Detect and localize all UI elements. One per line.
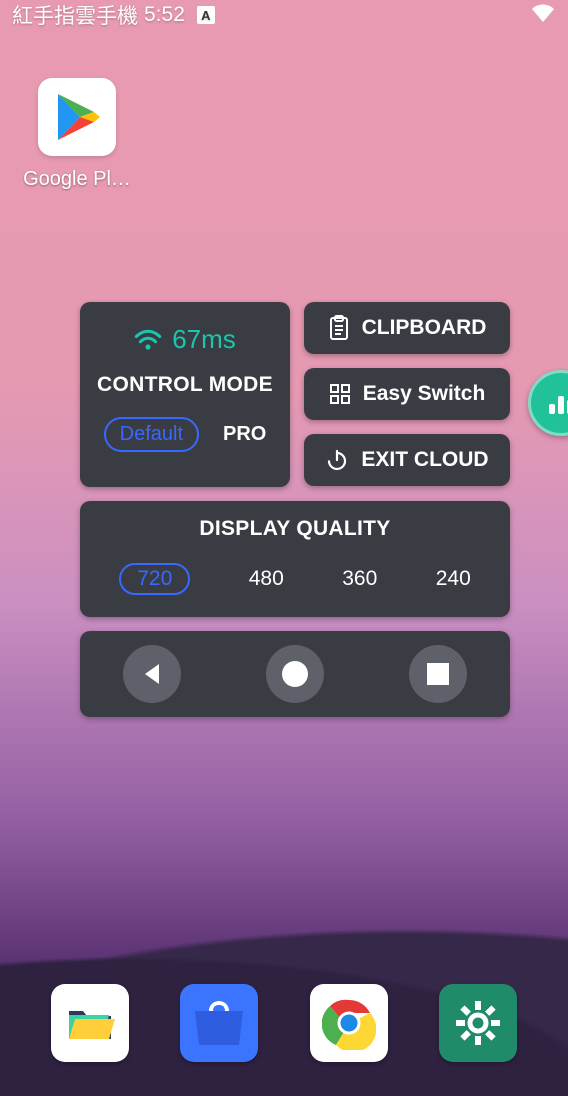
home-button[interactable] bbox=[266, 645, 324, 703]
recents-square-icon bbox=[427, 663, 449, 685]
files-app-icon[interactable] bbox=[51, 984, 129, 1062]
keyboard-indicator-icon: A bbox=[197, 6, 215, 24]
display-quality-card: DISPLAY QUALITY 720 480 360 240 bbox=[80, 501, 510, 617]
app-store-icon[interactable] bbox=[180, 984, 258, 1062]
settings-app-icon[interactable] bbox=[439, 984, 517, 1062]
exit-cloud-label: EXIT CLOUD bbox=[361, 448, 488, 472]
carrier-text: 紅手指雲手機 bbox=[12, 0, 138, 30]
clipboard-icon bbox=[328, 315, 350, 341]
easy-switch-button[interactable]: Easy Switch bbox=[304, 368, 510, 420]
exit-cloud-button[interactable]: EXIT CLOUD bbox=[304, 434, 510, 486]
mode-default-button[interactable]: Default bbox=[104, 417, 199, 452]
grid-icon bbox=[329, 383, 351, 405]
quality-720-button[interactable]: 720 bbox=[119, 563, 190, 595]
wifi-latency-icon bbox=[134, 329, 162, 351]
play-icon bbox=[54, 92, 100, 142]
chrome-icon bbox=[322, 996, 376, 1050]
dock bbox=[0, 984, 568, 1062]
wifi-icon bbox=[530, 2, 556, 28]
quality-240-button[interactable]: 240 bbox=[436, 567, 471, 591]
mode-pro-button[interactable]: PRO bbox=[223, 423, 266, 446]
stats-floating-button[interactable] bbox=[528, 370, 568, 436]
power-icon bbox=[325, 448, 349, 472]
cloud-control-panel: 67ms CONTROL MODE Default PRO CLIPBOARD bbox=[80, 302, 510, 717]
recents-button[interactable] bbox=[409, 645, 467, 703]
shopping-bag-icon bbox=[189, 999, 249, 1047]
chrome-app-icon[interactable] bbox=[310, 984, 388, 1062]
back-button[interactable] bbox=[123, 645, 181, 703]
display-quality-title: DISPLAY QUALITY bbox=[90, 517, 500, 541]
home-circle-icon bbox=[282, 661, 308, 687]
play-store-app-icon[interactable] bbox=[38, 78, 116, 156]
control-mode-title: CONTROL MODE bbox=[97, 373, 273, 397]
quality-480-button[interactable]: 480 bbox=[249, 567, 284, 591]
latency-value: 67ms bbox=[172, 324, 236, 355]
quality-360-button[interactable]: 360 bbox=[342, 567, 377, 591]
clock: 5:52 bbox=[144, 3, 185, 27]
back-triangle-icon bbox=[141, 662, 163, 686]
play-store-label: Google Pl… bbox=[20, 168, 134, 191]
clipboard-label: CLIPBOARD bbox=[362, 316, 487, 340]
folder-icon bbox=[65, 1003, 115, 1043]
status-bar: 紅手指雲手機 5:52 A bbox=[0, 0, 568, 30]
control-mode-card: 67ms CONTROL MODE Default PRO bbox=[80, 302, 290, 487]
bars-icon bbox=[546, 390, 568, 416]
easy-switch-label: Easy Switch bbox=[363, 382, 486, 406]
gear-icon bbox=[453, 998, 503, 1048]
clipboard-button[interactable]: CLIPBOARD bbox=[304, 302, 510, 354]
nav-buttons-row bbox=[80, 631, 510, 717]
latency-display: 67ms bbox=[134, 324, 236, 355]
